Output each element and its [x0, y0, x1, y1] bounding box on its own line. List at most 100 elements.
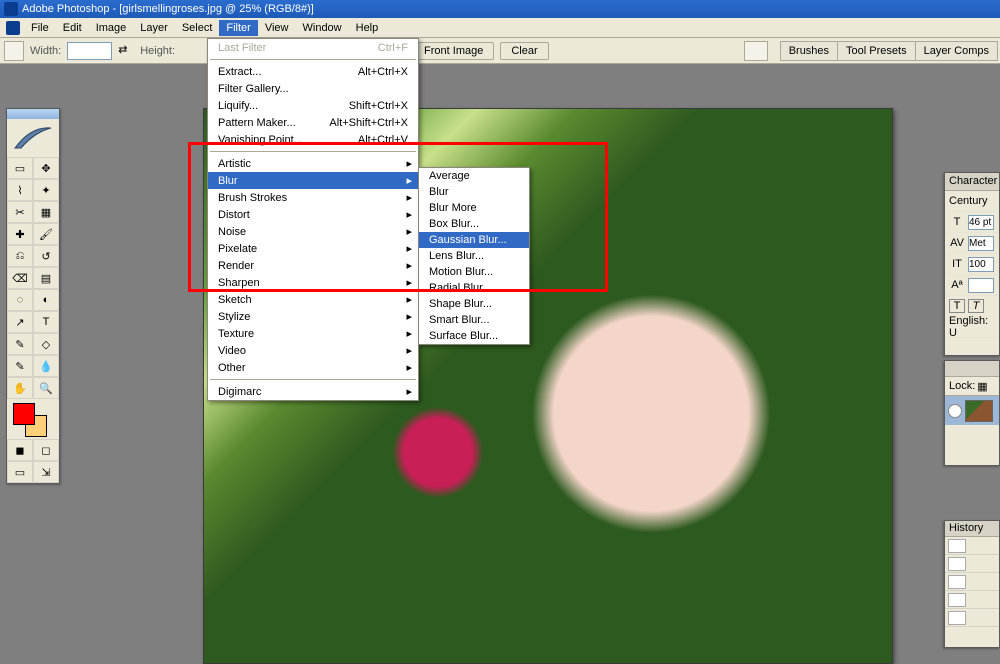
menuitem-liquify-[interactable]: Liquify...Shift+Ctrl+X	[208, 97, 418, 114]
menuitem-texture[interactable]: Texture▸	[208, 325, 418, 342]
submenuitem-average[interactable]: Average	[419, 168, 529, 184]
shape-tool[interactable]: ◇	[33, 333, 59, 355]
language-field[interactable]: English: U	[949, 315, 995, 339]
history-brush-tool[interactable]: ↺	[33, 245, 59, 267]
menu-help[interactable]: Help	[349, 20, 386, 36]
menu-file[interactable]: File	[24, 20, 56, 36]
menuitem-vanishing-point-[interactable]: Vanishing Point...Alt+Ctrl+V	[208, 131, 418, 148]
stamp-tool[interactable]: ⎌	[7, 245, 33, 267]
clear-button[interactable]: Clear	[500, 42, 548, 60]
menuitem-other[interactable]: Other▸	[208, 359, 418, 376]
tab-layer-comps[interactable]: Layer Comps	[916, 42, 997, 60]
palette-well-button[interactable]	[744, 41, 768, 61]
menuitem-pixelate[interactable]: Pixelate▸	[208, 240, 418, 257]
kerning-input[interactable]	[968, 236, 994, 251]
tab-tool-presets[interactable]: Tool Presets	[838, 42, 916, 60]
gradient-tool[interactable]: ▤	[33, 267, 59, 289]
menuitem-video[interactable]: Video▸	[208, 342, 418, 359]
menuitem-pattern-maker-[interactable]: Pattern Maker...Alt+Shift+Ctrl+X	[208, 114, 418, 131]
menu-view[interactable]: View	[258, 20, 296, 36]
menu-image[interactable]: Image	[89, 20, 134, 36]
dodge-tool[interactable]: ◐	[33, 289, 59, 311]
blur-tool[interactable]: ◌	[7, 289, 33, 311]
toolbox-grip[interactable]	[7, 109, 59, 119]
history-state[interactable]	[945, 609, 999, 627]
character-panel[interactable]: Character Century T AV IT Aª T T English…	[944, 172, 1000, 356]
width-input[interactable]	[67, 42, 112, 60]
menuitem-filter-gallery-[interactable]: Filter Gallery...	[208, 80, 418, 97]
submenuitem-motion-blur-[interactable]: Motion Blur...	[419, 264, 529, 280]
wand-tool[interactable]: ✦	[33, 179, 59, 201]
layer-row[interactable]	[945, 395, 999, 425]
pen-tool[interactable]: ✎	[7, 333, 33, 355]
marquee-tool[interactable]: ▭	[7, 157, 33, 179]
submenuitem-lens-blur-[interactable]: Lens Blur...	[419, 248, 529, 264]
hand-tool[interactable]: ✋	[7, 377, 33, 399]
tab-brushes[interactable]: Brushes	[781, 42, 838, 60]
vscale-input[interactable]	[968, 257, 994, 272]
eraser-tool[interactable]: ⌫	[7, 267, 33, 289]
brush-tool[interactable]: 🖌	[33, 223, 59, 245]
eyedropper-tool[interactable]: 💧	[33, 355, 59, 377]
menuitem-sketch[interactable]: Sketch▸	[208, 291, 418, 308]
crop-tool[interactable]: ✂	[7, 201, 33, 223]
layers-panel[interactable]: Lock: ▦	[944, 360, 1000, 466]
menu-select[interactable]: Select	[175, 20, 220, 36]
menuitem-distort[interactable]: Distort▸	[208, 206, 418, 223]
menu-window[interactable]: Window	[296, 20, 349, 36]
menuitem-brush-strokes[interactable]: Brush Strokes▸	[208, 189, 418, 206]
menuitem-stylize[interactable]: Stylize▸	[208, 308, 418, 325]
front-image-button[interactable]: Front Image	[413, 42, 494, 60]
type-style-italic-icon[interactable]: T	[968, 299, 984, 313]
submenuitem-blur[interactable]: Blur	[419, 184, 529, 200]
menu-edit[interactable]: Edit	[56, 20, 89, 36]
submenuitem-surface-blur-[interactable]: Surface Blur...	[419, 328, 529, 344]
layer-thumbnail[interactable]	[965, 400, 993, 422]
path-tool[interactable]: ↗	[7, 311, 33, 333]
lasso-tool[interactable]: ⌇	[7, 179, 33, 201]
quickmask-mode-icon[interactable]: ◻	[33, 439, 59, 461]
healing-tool[interactable]: ✚	[7, 223, 33, 245]
history-state[interactable]	[945, 591, 999, 609]
menuitem-blur[interactable]: Blur▸	[208, 172, 418, 189]
history-state[interactable]	[945, 573, 999, 591]
lock-pixels-icon[interactable]: ▦	[977, 380, 987, 393]
screen-mode-icon[interactable]: ▭	[7, 461, 33, 483]
crop-tool-icon[interactable]	[4, 41, 24, 61]
menu-layer[interactable]: Layer	[133, 20, 175, 36]
font-size-input[interactable]	[968, 215, 994, 230]
menuitem-digimarc[interactable]: Digimarc▸	[208, 383, 418, 400]
submenuitem-box-blur-[interactable]: Box Blur...	[419, 216, 529, 232]
move-tool[interactable]: ✥	[33, 157, 59, 179]
baseline-input[interactable]	[968, 278, 994, 293]
width-label: Width:	[30, 45, 61, 57]
menuitem-sharpen[interactable]: Sharpen▸	[208, 274, 418, 291]
history-panel[interactable]: History	[944, 520, 1000, 648]
slice-tool[interactable]: ▦	[33, 201, 59, 223]
jump-to-icon[interactable]: ⇲	[33, 461, 59, 483]
submenuitem-shape-blur-[interactable]: Shape Blur...	[419, 296, 529, 312]
notes-tool[interactable]: ✎	[7, 355, 33, 377]
menuitem-noise[interactable]: Noise▸	[208, 223, 418, 240]
menuitem-render[interactable]: Render▸	[208, 257, 418, 274]
zoom-tool[interactable]: 🔍	[33, 377, 59, 399]
type-style-bold-icon[interactable]: T	[949, 299, 965, 313]
submenuitem-blur-more[interactable]: Blur More	[419, 200, 529, 216]
submenuitem-radial-blur-[interactable]: Radial Blur...	[419, 280, 529, 296]
history-state[interactable]	[945, 555, 999, 573]
character-tab[interactable]: Character	[945, 173, 999, 191]
menuitem-extract-[interactable]: Extract...Alt+Ctrl+X	[208, 63, 418, 80]
color-swatches[interactable]	[7, 399, 59, 439]
history-state[interactable]	[945, 537, 999, 555]
foreground-color[interactable]	[13, 403, 35, 425]
type-tool[interactable]: T	[33, 311, 59, 333]
swap-icon[interactable]: ⇄	[118, 43, 134, 59]
menuitem-artistic[interactable]: Artistic▸	[208, 155, 418, 172]
submenuitem-gaussian-blur-[interactable]: Gaussian Blur...	[419, 232, 529, 248]
visibility-icon[interactable]	[948, 404, 962, 418]
submenuitem-smart-blur-[interactable]: Smart Blur...	[419, 312, 529, 328]
menu-filter[interactable]: Filter	[219, 20, 257, 36]
font-family-field[interactable]: Century	[949, 195, 988, 207]
history-tab[interactable]: History	[945, 521, 999, 537]
standard-mode-icon[interactable]: ◼	[7, 439, 33, 461]
